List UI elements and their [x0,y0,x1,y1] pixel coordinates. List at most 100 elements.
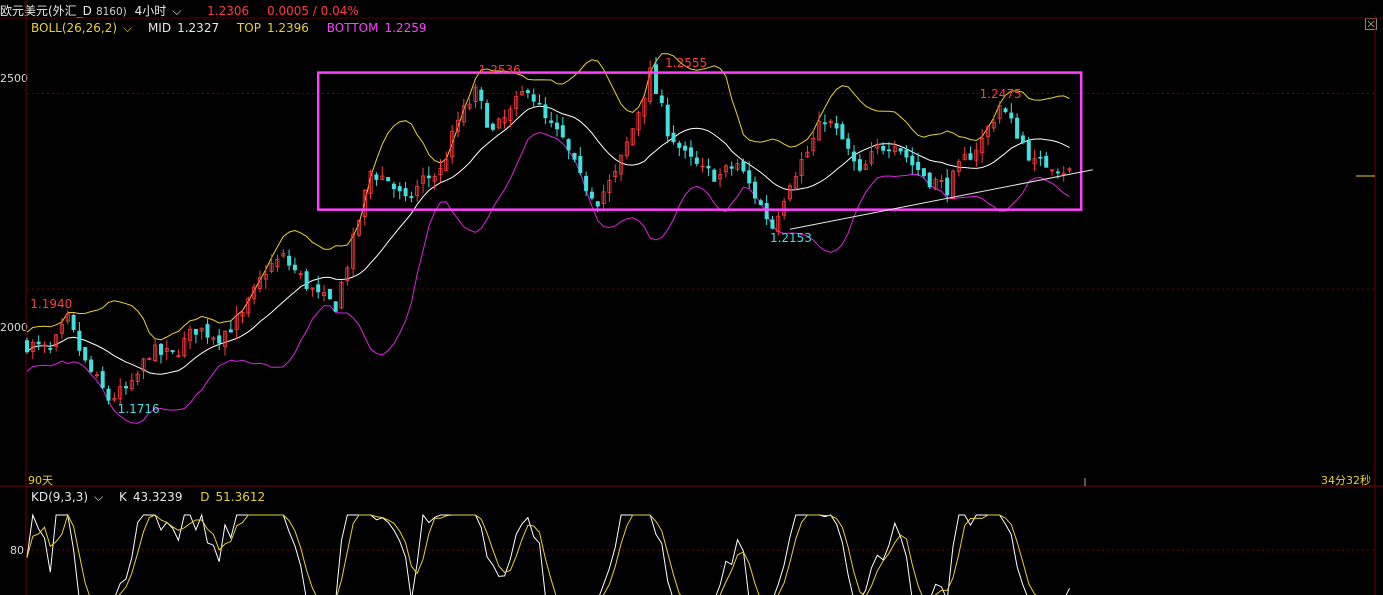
candle-body [706,165,711,169]
candle-body [485,103,490,128]
candle-body [525,90,530,93]
candle-body [124,386,129,389]
candle-body [921,168,926,177]
candle-body [391,183,396,190]
candle-body [898,148,903,152]
candle-body [683,145,688,151]
candle-body [659,95,664,104]
candle-body [578,155,583,173]
candle-body [689,147,694,157]
chart-frame [0,0,1383,595]
price-extreme-label: 1.2555 [665,55,708,70]
kd-lines [26,513,1070,595]
candle-body [887,149,892,152]
candle-body [881,145,886,151]
candle-body [490,123,495,130]
candle-body [916,161,921,171]
boll-bottom-line [26,131,1070,424]
candle-body [426,175,431,179]
candle-body [333,301,338,312]
candle-body [537,102,542,105]
candle-body [566,139,571,151]
candle-body [770,219,775,229]
candle-body [840,124,845,140]
candle-body [654,64,659,95]
candle-body [100,371,105,388]
candle-body [205,324,210,338]
candle-body [589,191,594,199]
candle-body [304,271,309,290]
candle-body [77,330,82,351]
candle-body [83,346,88,361]
candle-body [287,255,292,266]
candle-body [1020,135,1025,143]
candle-body [753,181,758,199]
candle-body [316,284,321,293]
boll-mid-line [26,105,1070,375]
candle-body [584,175,589,192]
candle-body [1009,112,1014,119]
candle-body [671,132,676,143]
price-extreme-label: 1.2475 [979,87,1022,102]
candles [24,56,1072,406]
boll-top-line [26,53,1070,341]
candle-body [729,166,734,169]
candle-body [403,188,408,197]
candle-body [24,340,29,353]
candle-body [927,172,932,188]
price-extreme-label: 1.2536 [478,63,521,78]
candle-body [834,123,839,129]
candle-body [904,149,909,158]
candle-body [89,359,94,372]
candle-body [822,122,827,125]
candle-body [409,196,414,199]
candle-body [910,155,915,166]
candle-body [572,152,577,160]
candle-body [857,159,862,171]
price-extreme-label: 1.2153 [769,231,812,246]
candle-body [852,151,857,162]
price-extreme-label: 1.1716 [117,402,160,417]
candle-body [292,264,297,271]
price-chart[interactable] [0,0,1383,595]
candle-body [677,142,682,148]
candle-body [327,288,332,300]
candle-body [71,314,76,330]
candle-body [36,341,41,345]
candle-body [945,177,950,196]
candle-body [741,160,746,172]
candle-body [397,186,402,192]
candle-body [170,350,175,353]
candle-body [1055,171,1060,174]
candle-body [758,200,763,205]
candle-body [531,94,536,102]
candle-body [968,153,973,160]
price-extreme-label: 1.1940 [30,296,73,311]
candle-body [694,157,699,164]
kd-k-line [26,513,1070,595]
candle-body [543,104,548,119]
kd-d-line [26,513,1037,595]
candle-body [158,343,163,355]
candle-body [48,347,53,350]
candle-body [193,328,198,335]
candle-body [374,174,379,180]
candle-body [846,138,851,149]
candle-body [549,120,554,123]
candle-body [560,125,565,138]
candle-body [217,335,222,344]
candle-body [1044,155,1049,168]
candle-body [479,89,484,101]
candle-body [747,170,752,184]
candle-body [764,202,769,219]
candle-body [1003,108,1008,113]
candle-body [555,122,560,130]
candle-body [1026,140,1031,161]
candle-body [228,329,233,333]
grid-lines [27,92,1375,551]
bollinger-bands [26,53,1070,424]
candle-body [595,201,600,207]
candle-body [1038,156,1043,159]
candle-body [1015,117,1020,139]
candle-body [665,104,670,137]
